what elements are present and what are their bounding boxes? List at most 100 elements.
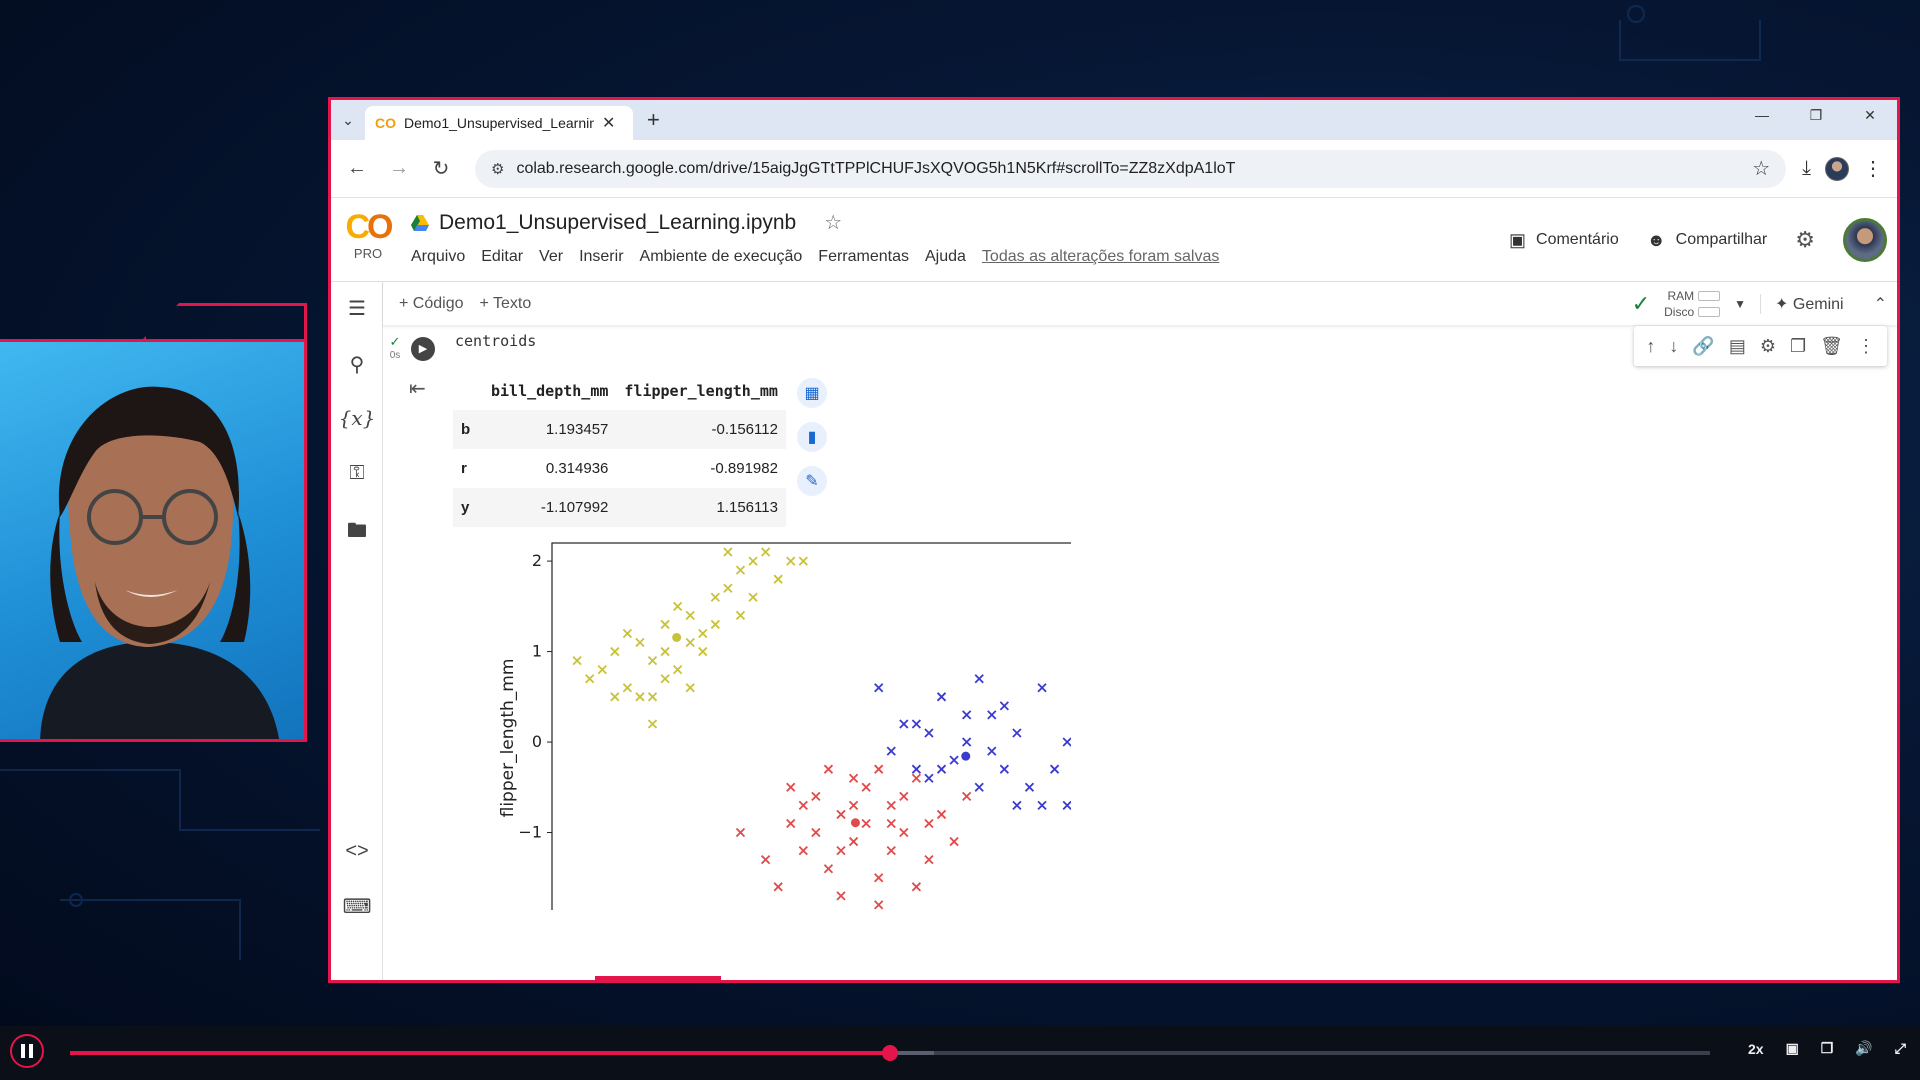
comment-cell-icon[interactable]: ▤ [1729,336,1746,357]
forward-icon[interactable]: → [381,157,417,180]
data-point [987,710,997,720]
data-point [962,737,972,747]
colab-header: CO PRO Demo1_Unsupervised_Learning.ipynb… [331,198,1897,282]
folder-icon[interactable]: 🖿 [331,516,383,550]
disk-meter [1698,307,1721,317]
data-point [899,791,909,801]
dataframe-tools: ▦ ▮ ✎ [797,378,827,496]
settings-icon[interactable]: ⚙ [1795,227,1815,253]
menu-ferramentas[interactable]: Ferramentas [818,248,909,266]
terminal-icon[interactable]: ⌨ [331,894,383,919]
y-tick-label: 0 [532,732,542,751]
close-window-icon[interactable]: ✕ [1843,100,1897,140]
data-point [685,637,695,648]
key-icon[interactable]: ⚿ [331,462,383,485]
share-button[interactable]: ☻ Compartilhar [1647,230,1768,251]
data-point [647,692,658,702]
data-point [1024,782,1035,792]
star-icon[interactable]: ☆ [824,210,842,235]
download-icon[interactable]: ⤓ [1802,157,1811,180]
data-point [685,610,695,621]
restore-icon[interactable]: ❐ [1789,100,1843,140]
seek-bar[interactable] [70,1045,1710,1061]
data-point [1062,737,1071,747]
volume-icon[interactable]: 🔊 [1855,1040,1872,1057]
run-cell-button[interactable]: ▶ [411,337,435,361]
data-point [735,565,746,575]
data-point [861,782,871,792]
browser-menu-icon[interactable]: ⋮ [1863,156,1883,181]
data-point [899,827,909,838]
table-row: b 1.193457 -0.156112 [453,410,786,449]
data-point [786,782,796,792]
reload-icon[interactable]: ↻ [423,156,459,181]
output-icon[interactable]: ⇤ [409,376,426,401]
data-point [673,665,683,675]
back-icon[interactable]: ← [339,157,375,180]
mirror-cell-icon[interactable]: ❐ [1790,336,1806,357]
data-point [685,683,695,693]
save-status[interactable]: Todas as alterações foram salvas [982,248,1219,266]
data-point [723,583,733,593]
ram-meter [1698,291,1721,301]
data-point [911,773,922,783]
menu-arquivo[interactable]: Arquivo [411,248,465,266]
search-icon[interactable]: ⚲ [331,352,383,377]
collapse-icon[interactable]: ⌃ [1858,294,1887,314]
code-snippets-icon[interactable]: <> [331,840,383,863]
runtime-dropdown-icon[interactable]: ▼ [1734,297,1746,311]
resource-monitor[interactable]: RAM Disco [1664,289,1721,319]
add-text-button[interactable]: + Texto [480,295,532,313]
menu-ambiente[interactable]: Ambiente de execução [640,248,803,266]
seek-handle[interactable] [882,1045,898,1061]
more-icon[interactable]: ⋮ [1857,336,1875,357]
fullscreen-icon[interactable]: ⤢ [1895,1040,1906,1057]
cell-exec-status: ✓ 0s [383,334,407,361]
profile-avatar[interactable] [1825,156,1849,181]
pip-icon[interactable]: ❐ [1821,1040,1834,1057]
delete-icon[interactable]: 🗑 [1820,336,1843,357]
captions-icon[interactable]: ▣ [1786,1040,1799,1057]
add-code-button[interactable]: + Código [399,295,464,313]
comment-button[interactable]: ▣ Comentário [1509,230,1619,251]
speed-button[interactable]: 2x [1748,1041,1764,1057]
gemini-label: Gemini [1792,296,1844,313]
move-up-icon[interactable]: ↑ [1646,336,1655,357]
new-tab-icon[interactable]: + [647,107,660,133]
data-point [1049,764,1060,774]
close-tab-icon[interactable]: ✕ [602,113,615,133]
menu-inserir[interactable]: Inserir [579,248,623,266]
account-avatar[interactable] [1843,218,1887,262]
cell-settings-icon[interactable]: ⚙ [1760,336,1776,357]
table-view-icon[interactable]: ▦ [797,378,827,408]
data-point [811,827,821,838]
tab-colab[interactable]: CO Demo1_Unsupervised_Learning ✕ [365,106,633,140]
data-point [786,818,796,829]
webcam-frame-tab [143,303,307,339]
gemini-button[interactable]: ✦ Gemini [1760,294,1844,314]
menu-editar[interactable]: Editar [481,248,523,266]
link-icon[interactable]: 🔗 [1692,336,1714,357]
move-down-icon[interactable]: ↓ [1669,336,1678,357]
y-tick-label: 2 [532,551,542,570]
menu-ver[interactable]: Ver [539,248,563,266]
header-index [453,372,483,410]
address-bar[interactable]: ⚙ colab.research.google.com/drive/15aigJ… [475,149,1787,188]
code-line[interactable]: centroids [455,332,536,350]
tab-search-icon[interactable]: ⌄ [331,112,365,129]
row-index: r [461,460,467,477]
browser-toolbar: ← → ↻ ⚙ colab.research.google.com/drive/… [331,140,1897,198]
url-text[interactable]: colab.research.google.com/drive/15aigJgG… [516,160,1740,178]
generate-code-icon[interactable]: ✎ [797,466,827,496]
site-info-icon[interactable]: ⚙ [491,160,504,178]
chart-suggest-icon[interactable]: ▮ [797,422,827,452]
variables-icon[interactable]: {x} [331,406,383,430]
pause-button[interactable] [10,1034,44,1068]
toc-icon[interactable]: ☰ [331,296,383,321]
data-point [748,592,758,602]
menu-ajuda[interactable]: Ajuda [925,248,966,266]
colab-logo[interactable]: CO PRO [341,210,395,261]
minimize-icon[interactable]: — [1735,100,1789,140]
notebook-name[interactable]: Demo1_Unsupervised_Learning.ipynb [439,211,796,235]
bookmark-star-icon[interactable]: ☆ [1752,156,1770,181]
